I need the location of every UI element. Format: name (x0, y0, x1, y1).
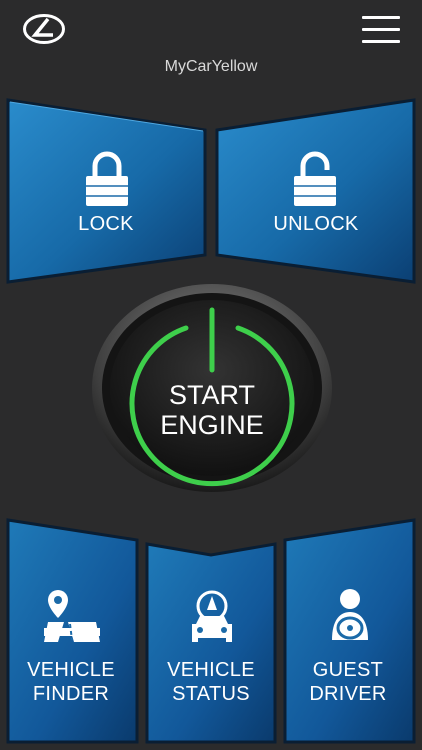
vehicle-status-label: VEHICLE STATUS (147, 658, 275, 706)
guest-driver-label: GUEST DRIVER (285, 658, 411, 706)
car-status-icon (192, 590, 232, 642)
guest-driver-icon (332, 589, 368, 640)
start-engine-line1: START (168, 380, 255, 410)
padlock-locked-icon (86, 151, 128, 206)
start-engine-label: START ENGINE (90, 380, 334, 440)
vehicle-finder-line1: VEHICLE (27, 659, 115, 681)
start-engine-button[interactable]: START ENGINE (90, 282, 334, 494)
start-engine-line2: ENGINE (160, 410, 264, 440)
guest-driver-line2: DRIVER (309, 683, 387, 705)
map-pin-road-icon (44, 590, 100, 642)
guest-driver-line1: GUEST (312, 659, 384, 681)
unlock-label: UNLOCK (273, 213, 359, 235)
lock-label: LOCK (78, 213, 134, 235)
vehicle-finder-line2: FINDER (32, 683, 110, 705)
vehicle-finder-label: VEHICLE FINDER (8, 658, 134, 706)
vehicle-status-line1: VEHICLE (167, 659, 255, 681)
vehicle-status-line2: STATUS (172, 683, 250, 705)
padlock-unlocked-icon (294, 151, 336, 206)
